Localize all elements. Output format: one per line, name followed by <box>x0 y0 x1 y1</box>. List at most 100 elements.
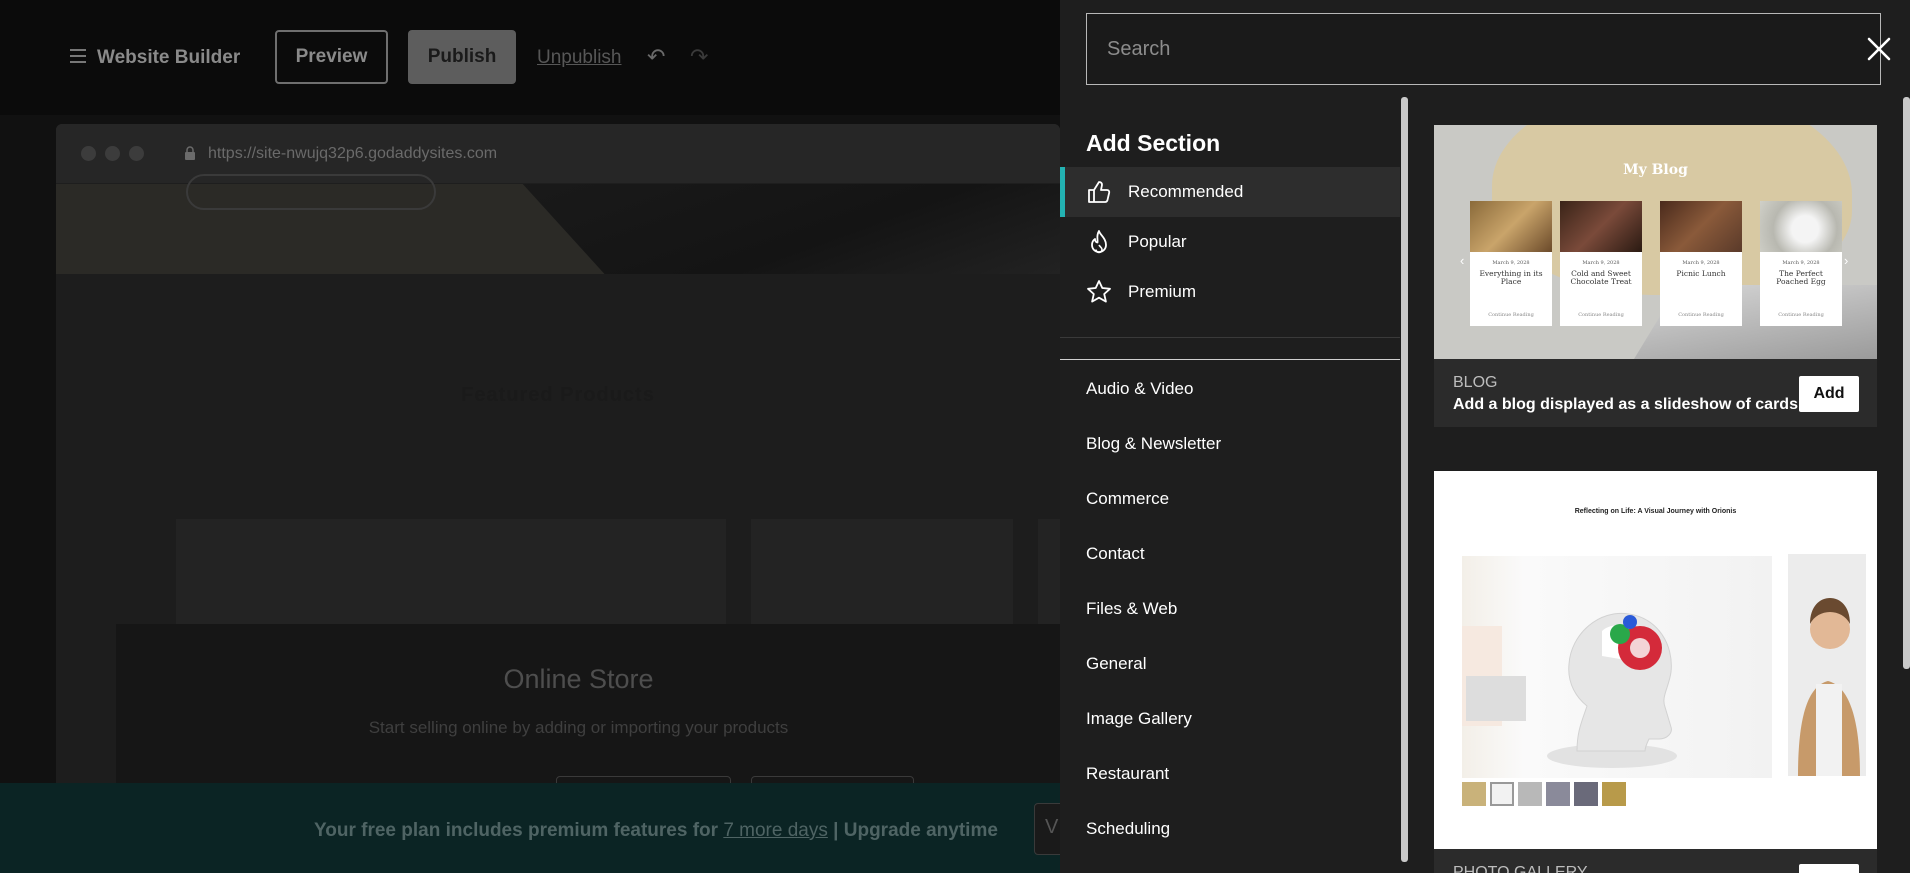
gallery-thumbnail-image <box>1518 782 1542 806</box>
category-general[interactable]: General <box>1086 654 1146 674</box>
plan-upgrade-button[interactable]: V <box>1034 803 1060 855</box>
unpublish-link[interactable]: Unpublish <box>537 47 622 69</box>
blog-post-cta: Continue Reading <box>1678 312 1724 318</box>
site-preview-window: https://site-nwujq32p6.godaddysites.com … <box>56 124 1060 784</box>
gallery-main-image <box>1462 556 1772 778</box>
section-card-photo-gallery[interactable]: Reflecting on Life: A Visual Journey wit… <box>1434 471 1877 873</box>
hamburger-menu-icon[interactable] <box>70 49 86 63</box>
builder-title: Website Builder <box>97 47 241 68</box>
plan-text-prefix: Your free plan includes premium features… <box>314 820 719 841</box>
blog-post-title: Picnic Lunch <box>1676 269 1726 278</box>
category-audio-video[interactable]: Audio & Video <box>1086 379 1193 399</box>
blog-post-title: Everything in its Place <box>1479 269 1543 286</box>
lock-icon <box>185 146 195 160</box>
redo-icon[interactable]: ↷ <box>690 44 708 70</box>
filter-label: Popular <box>1128 232 1187 251</box>
blog-post-cta: Continue Reading <box>1488 312 1534 318</box>
online-store-subtitle: Start selling online by adding or import… <box>368 718 789 737</box>
free-plan-banner: Your free plan includes premium features… <box>0 783 1060 873</box>
browser-url: https://site-nwujq32p6.godaddysites.com <box>208 145 498 162</box>
blog-post-date: March 9, 2028 <box>1782 260 1820 266</box>
nav-divider <box>1060 337 1400 338</box>
filter-label: Recommended <box>1128 182 1244 201</box>
chevron-right-icon: › <box>1844 253 1849 268</box>
window-dot-icon <box>105 146 120 161</box>
star-icon <box>1087 280 1111 303</box>
add-gallery-section-button[interactable] <box>1799 864 1859 873</box>
chevron-left-icon: ‹ <box>1460 253 1465 268</box>
online-store-title: Online Store <box>503 664 654 694</box>
add-section-heading: Add Section <box>1086 130 1221 156</box>
online-store-card: Online Store Start selling online by add… <box>116 624 1060 784</box>
category-image-gallery[interactable]: Image Gallery <box>1086 709 1192 729</box>
plan-banner-text: Your free plan includes premium features… <box>314 820 998 842</box>
section-card-blog[interactable]: My Blog ‹ › March 9, 2028 Everything in … <box>1434 125 1877 427</box>
site-hero-section <box>56 174 1060 274</box>
hero-laptop-image <box>522 184 1060 274</box>
blog-post-date: March 9, 2028 <box>1582 260 1620 266</box>
blog-post-card: March 9, 2028 Cold and Sweet Chocolate T… <box>1560 201 1642 326</box>
gallery-thumbnail-image <box>1574 782 1598 806</box>
blog-post-image <box>1560 201 1642 252</box>
photo-gallery-thumbnail: Reflecting on Life: A Visual Journey wit… <box>1434 471 1877 849</box>
site-body: Featured Products Online Store Start sel… <box>56 274 1060 784</box>
filter-premium[interactable]: Premium <box>1060 267 1400 317</box>
category-commerce[interactable]: Commerce <box>1086 489 1169 509</box>
section-cards-list: My Blog ‹ › March 9, 2028 Everything in … <box>1434 125 1877 873</box>
plan-text-separator: | <box>833 820 839 841</box>
nav-divider <box>1060 359 1400 360</box>
blog-post-cta: Continue Reading <box>1578 312 1624 318</box>
gallery-thumbnail-image <box>1602 782 1626 806</box>
category-scheduling[interactable]: Scheduling <box>1086 819 1170 839</box>
category-contact[interactable]: Contact <box>1086 544 1145 564</box>
close-icon[interactable] <box>1866 36 1892 62</box>
plan-text-suffix: Upgrade anytime <box>843 820 998 841</box>
gallery-side-image <box>1788 554 1866 776</box>
blog-post-title: The Perfect Poached Egg <box>1776 269 1826 286</box>
add-section-panel: Add Section Recommended Popular Premium … <box>1060 0 1910 873</box>
gallery-thumbnail-image <box>1490 782 1514 806</box>
add-blog-section-button[interactable]: Add <box>1799 376 1859 412</box>
nav-scrollbar[interactable] <box>1401 97 1408 862</box>
flame-icon <box>1091 230 1107 254</box>
window-dot-icon <box>81 146 96 161</box>
blog-post-date: March 9, 2028 <box>1492 260 1530 266</box>
gallery-thumbnail-image <box>1462 782 1486 806</box>
blog-post-image <box>1470 201 1552 252</box>
category-files-web[interactable]: Files & Web <box>1086 599 1177 619</box>
preview-button[interactable]: Preview <box>275 30 388 84</box>
gallery-person-image <box>1788 554 1866 776</box>
days-remaining-link[interactable]: 7 more days <box>723 820 828 841</box>
blog-post-card: March 9, 2028 Everything in its Place Co… <box>1470 201 1552 326</box>
window-dot-icon <box>129 146 144 161</box>
blog-thumbnail-title: My Blog <box>1623 162 1688 178</box>
category-blog-newsletter[interactable]: Blog & Newsletter <box>1086 434 1221 454</box>
blog-post-image <box>1760 201 1842 252</box>
filter-label: Premium <box>1128 282 1197 301</box>
featured-products-heading: Featured Products <box>461 384 655 406</box>
section-category-nav: Add Section Recommended Popular Premium … <box>1060 97 1408 873</box>
section-card-type: PHOTO GALLERY <box>1453 864 1588 873</box>
search-input[interactable] <box>1086 13 1881 85</box>
cards-scrollbar[interactable] <box>1903 97 1910 669</box>
blog-post-image <box>1660 201 1742 252</box>
publish-button[interactable]: Publish <box>408 30 516 84</box>
category-restaurant[interactable]: Restaurant <box>1086 764 1169 784</box>
undo-icon[interactable]: ↶ <box>647 44 665 70</box>
gallery-thumbnail-title: Reflecting on Life: A Visual Journey wit… <box>1574 508 1737 515</box>
thumbs-up-icon <box>1088 181 1111 203</box>
blog-post-card: March 9, 2028 Picnic Lunch Continue Read… <box>1660 201 1742 326</box>
filter-popular[interactable]: Popular <box>1060 217 1400 267</box>
blog-post-date: March 9, 2028 <box>1682 260 1720 266</box>
search-bar <box>1060 0 1910 97</box>
section-card-description: Add a blog displayed as a slideshow of c… <box>1453 396 1798 413</box>
blog-post-title: Cold and Sweet Chocolate Treat <box>1570 269 1632 286</box>
blog-thumbnail: My Blog ‹ › March 9, 2028 Everything in … <box>1434 125 1877 359</box>
website-builder-background: Website Builder Preview Publish Unpublis… <box>0 0 1060 873</box>
section-card-type: BLOG <box>1453 374 1498 391</box>
blog-post-card: March 9, 2028 The Perfect Poached Egg Co… <box>1760 201 1842 326</box>
builder-top-bar: Website Builder Preview Publish Unpublis… <box>0 0 1060 115</box>
gallery-thumbnail-image <box>1546 782 1570 806</box>
filter-recommended[interactable]: Recommended <box>1060 167 1400 217</box>
blog-post-cta: Continue Reading <box>1778 312 1824 318</box>
